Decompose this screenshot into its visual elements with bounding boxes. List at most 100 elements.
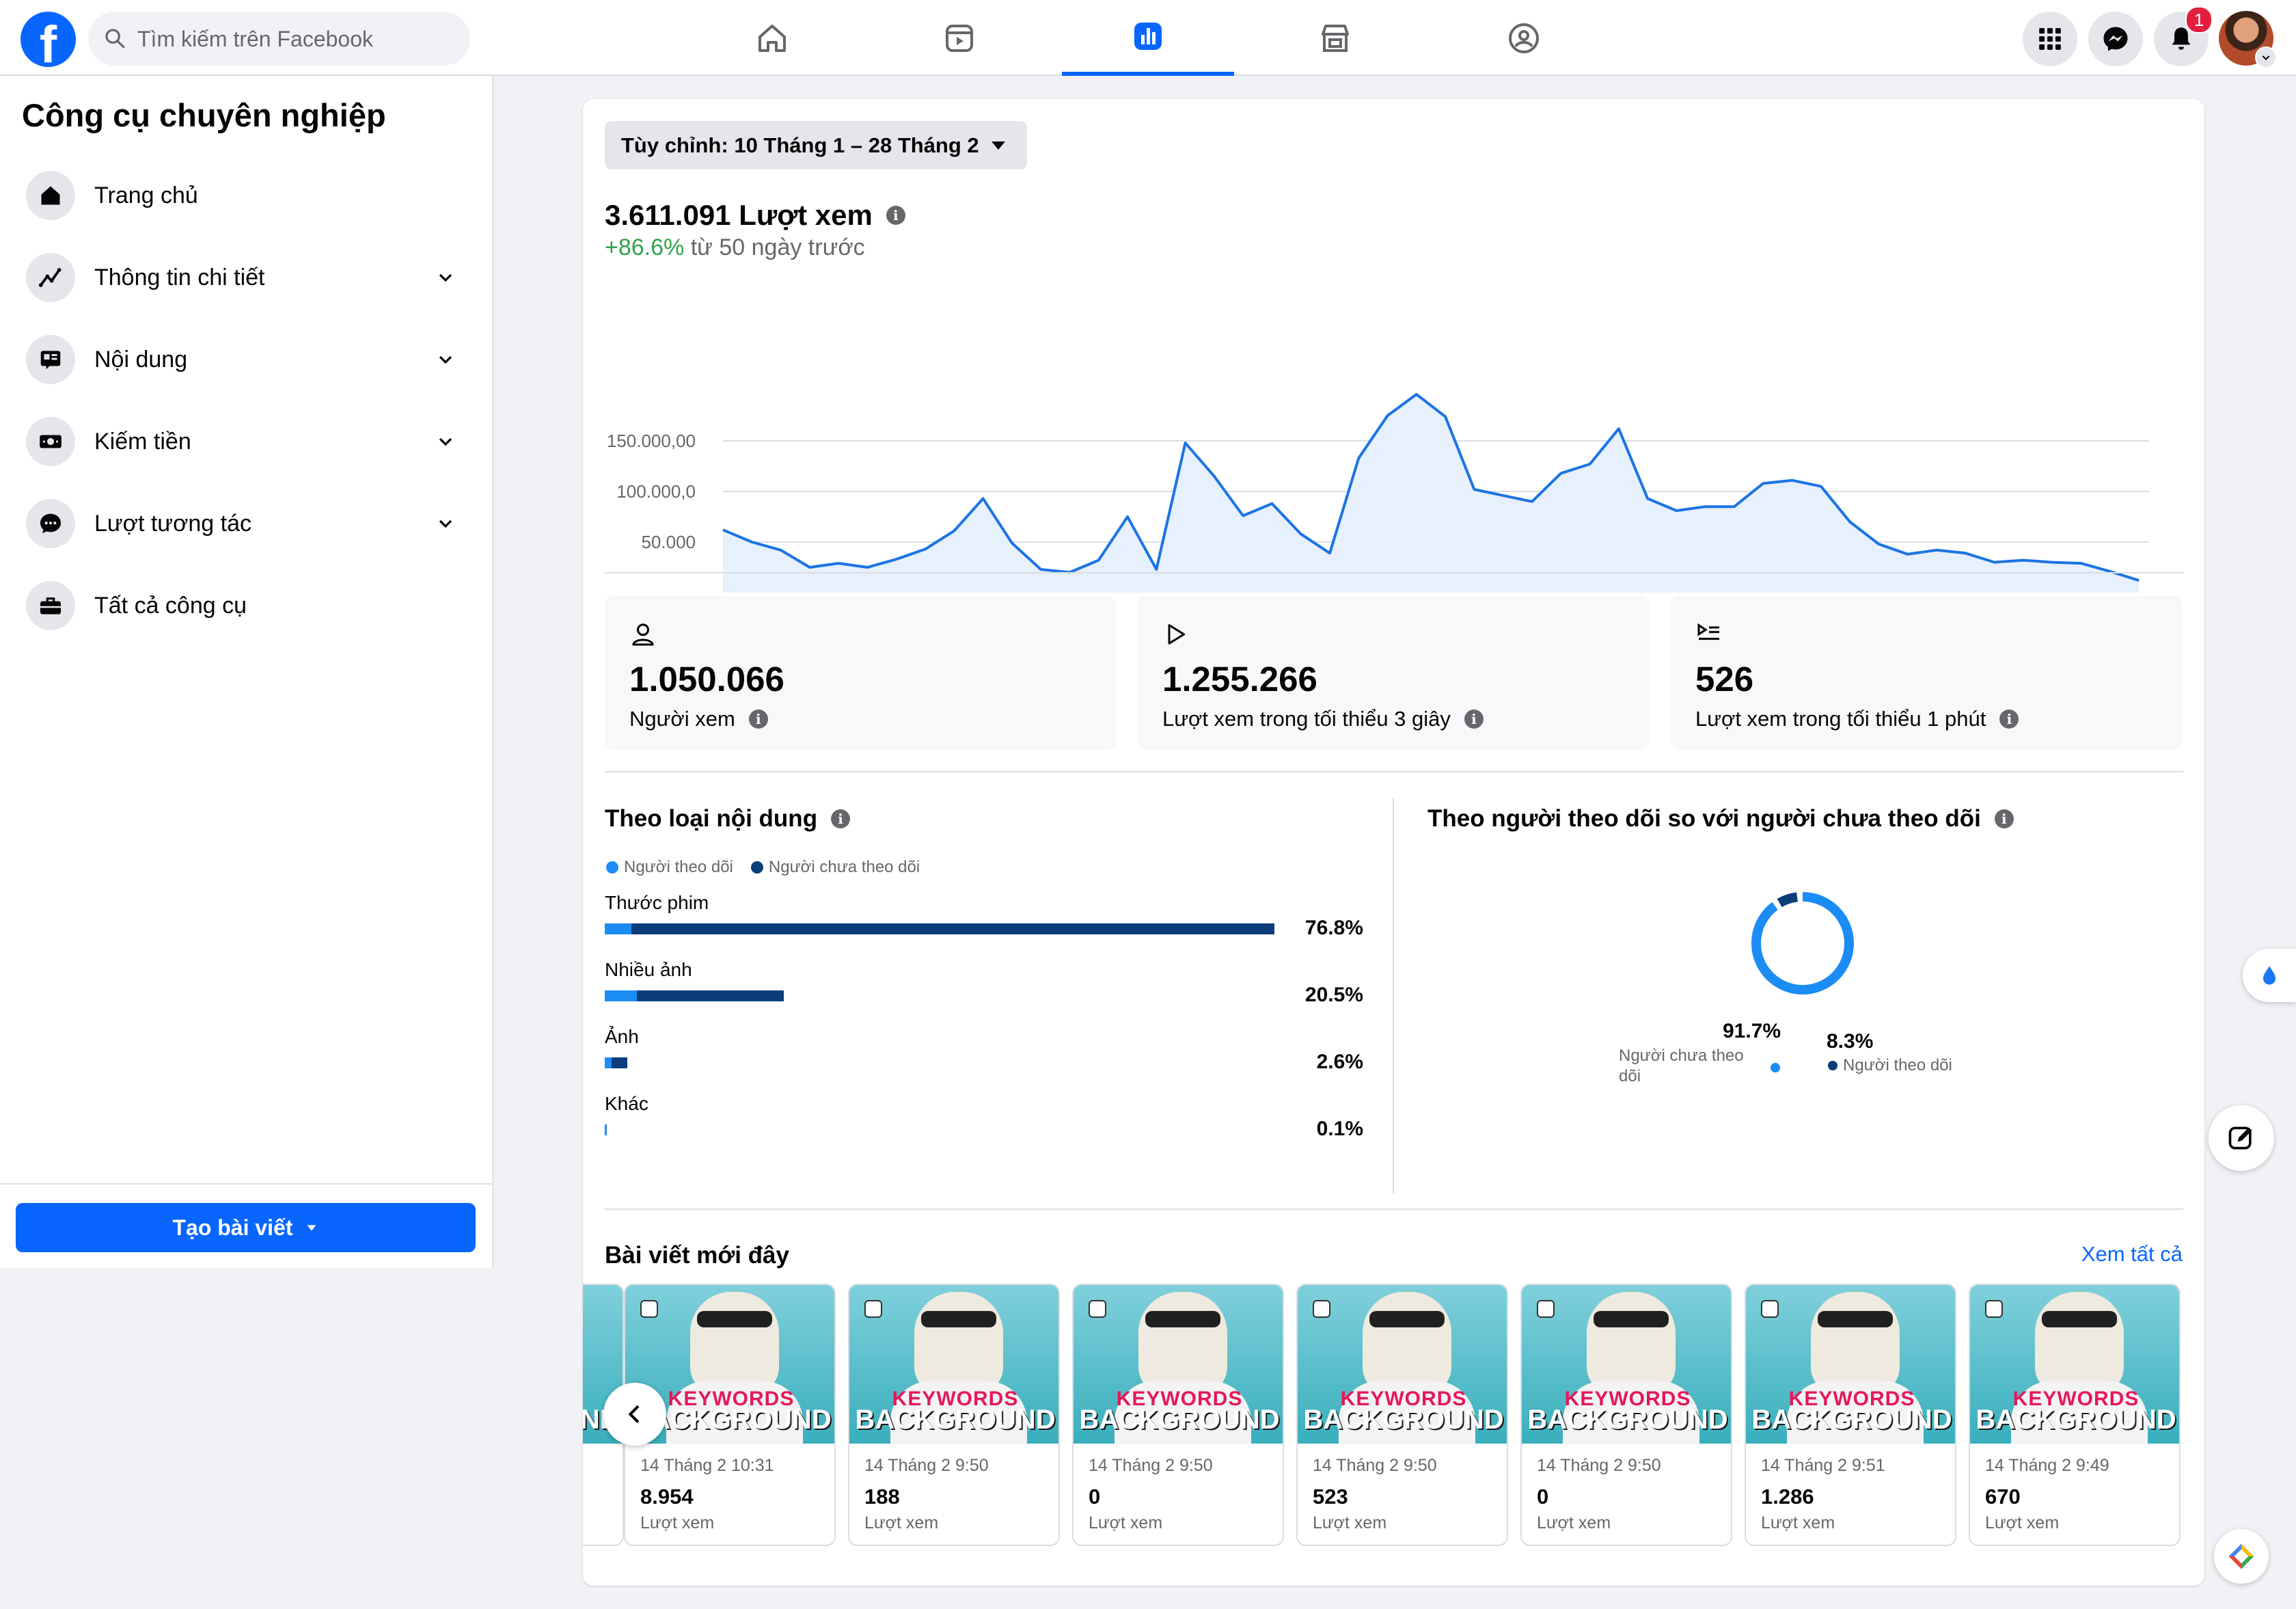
post-date: 14 Tháng 2 10:31	[640, 1456, 774, 1475]
post-card[interactable]: KEYWORDS BACKGROUND 14 Tháng 2 9:50 523 Lượt…	[1296, 1284, 1508, 1546]
grid-menu-icon	[2039, 28, 2061, 50]
growth-percent: +86.6%	[605, 234, 685, 260]
caret-down-icon	[307, 1225, 316, 1231]
post-card[interactable]: KEYWORDS BACKGROUND 14 Tháng 2 9:50 0 Lượt x…	[1520, 1284, 1732, 1546]
chevron-down-icon[interactable]	[435, 431, 456, 452]
image-post-icon	[1985, 1300, 2003, 1318]
post-card[interactable]: KEYWORDS BACKGROUND 14 Tháng 2 9:50 188 Lượt…	[848, 1284, 1060, 1546]
info-icon[interactable]: i	[886, 206, 905, 225]
sidebar-title: Công cụ chuyên nghiệp	[22, 97, 386, 133]
floating-tool-button[interactable]	[2243, 949, 2296, 1002]
menu-button[interactable]	[2023, 12, 2077, 66]
chevron-down-icon	[2262, 55, 2270, 61]
non-followers-dot	[1771, 1063, 1780, 1072]
extension-icon	[2228, 1543, 2254, 1569]
sidebar-item-label: Thông tin chi tiết	[94, 264, 265, 290]
tab-groups[interactable]	[1438, 0, 1610, 76]
legend-dot-followers	[606, 861, 618, 874]
chevron-down-icon[interactable]	[435, 267, 456, 288]
info-icon[interactable]: i	[1999, 709, 2019, 729]
views-total-label: 3.611.091 Lượt xem	[605, 199, 873, 231]
chevron-down-icon[interactable]	[435, 349, 456, 370]
post-views-label: Lượt xem	[1985, 1513, 2060, 1532]
sidebar-item-content[interactable]: Nội dung	[26, 329, 456, 390]
search-input[interactable]	[136, 12, 453, 67]
stat-label: Người xem i	[629, 707, 768, 731]
post-views: 523	[1313, 1485, 1348, 1509]
post-card[interactable]: KEYWORDS BACKGROUND 14 Tháng 2 9:49 670 Lượt…	[1969, 1284, 2181, 1546]
content-type-title-text: Theo loại nội dung	[605, 805, 818, 832]
followers-percent: 8.3%	[1827, 1030, 1874, 1053]
followers-label-row: Người theo dõi	[1828, 1056, 1952, 1075]
image-post-icon	[1313, 1300, 1330, 1318]
tab-video[interactable]	[873, 0, 1046, 76]
post-card[interactable]: KEYWORDS BACKGROUND 14 Tháng 2 9:51 1.286 Lư…	[1745, 1284, 1956, 1546]
messenger-icon	[2103, 27, 2128, 51]
image-post-icon	[1089, 1300, 1106, 1318]
sidebar-item-label: Lượt tương tác	[94, 510, 251, 537]
see-all-link[interactable]: Xem tất cả	[2081, 1242, 2183, 1267]
thumbnail-background-text: BACKGROUND	[1527, 1405, 1728, 1435]
post-views-label: Lượt xem	[1537, 1513, 1611, 1532]
info-icon[interactable]: i	[1994, 809, 2014, 828]
image-post-icon	[1761, 1300, 1779, 1318]
money-icon	[26, 417, 75, 466]
account-menu-caret[interactable]	[2255, 46, 2277, 68]
search-box[interactable]	[88, 12, 470, 67]
post-date: 14 Tháng 2 9:51	[1761, 1456, 1885, 1475]
sidebar: Công cụ chuyên nghiệp Trang chủ Thông ti…	[0, 76, 492, 1269]
create-post-label: Tạo bài viết	[172, 1215, 293, 1240]
content-type-name: Nhiều ảnh	[605, 959, 692, 980]
search-icon	[105, 29, 125, 49]
info-icon[interactable]: i	[748, 709, 768, 729]
followers-fill	[605, 990, 638, 1001]
insights-line-icon	[26, 253, 75, 302]
tab-insights[interactable]	[1062, 0, 1234, 76]
stat-value: 1.255.266	[1162, 660, 1317, 699]
chevron-down-icon[interactable]	[435, 513, 456, 535]
content-type-bar	[605, 990, 784, 1001]
post-views: 1.286	[1761, 1485, 1814, 1509]
info-icon[interactable]: i	[831, 809, 851, 828]
info-icon[interactable]: i	[1464, 709, 1484, 729]
chevron-left-icon	[628, 1405, 640, 1424]
content-type-percent: 0.1%	[1316, 1118, 1363, 1140]
create-post-button[interactable]: Tạo bài viết	[16, 1203, 476, 1252]
content-type-row: Khác 0.1%	[605, 1093, 1363, 1148]
compose-message-button[interactable]	[2209, 1105, 2274, 1171]
image-post-icon	[640, 1300, 658, 1318]
facebook-logo[interactable]: f	[20, 12, 76, 71]
extension-button[interactable]	[2214, 1529, 2269, 1584]
post-card[interactable]: KEYWORDS BACKGROUND 14 Tháng 2 9:50 0 Lượt x…	[1072, 1284, 1284, 1546]
sidebar-footer: Tạo bài viết	[0, 1183, 492, 1269]
tab-marketplace[interactable]	[1249, 0, 1421, 76]
legend-non-followers: Người chưa theo dõi	[768, 858, 920, 876]
post-thumbnail: KEYWORDS BACKGROUND	[1074, 1285, 1283, 1444]
followers-fill	[605, 1124, 607, 1135]
legend-followers: Người theo dõi	[624, 858, 733, 876]
sidebar-item-monetization[interactable]: Kiếm tiền	[26, 411, 456, 472]
insights-card: Tùy chỉnh: 10 Tháng 1 – 28 Tháng 2 3.611…	[583, 99, 2204, 1586]
messenger-button[interactable]	[2088, 12, 2143, 66]
date-range-selector[interactable]: Tùy chỉnh: 10 Tháng 1 – 28 Tháng 2	[605, 121, 1027, 170]
sidebar-item-insights[interactable]: Thông tin chi tiết	[26, 247, 456, 308]
sidebar-item-label: Kiếm tiền	[94, 428, 191, 455]
y-tick-label: 150.000,00	[607, 431, 696, 451]
content-type-bar	[605, 923, 1274, 934]
tab-home[interactable]	[686, 0, 858, 76]
y-tick-label: 50.000	[641, 532, 696, 552]
sidebar-item-all-tools[interactable]: Tất cả công cụ	[26, 575, 456, 636]
content-type-percent: 20.5%	[1304, 984, 1363, 1006]
notifications-button[interactable]: 1	[2154, 6, 2213, 66]
donut-followers-slice	[1751, 892, 1854, 995]
followers-dot	[1828, 1061, 1837, 1070]
thumbnail-sunglasses	[1369, 1311, 1445, 1327]
carousel-prev-button[interactable]	[603, 1383, 666, 1446]
date-range-label: Tùy chỉnh: 10 Tháng 1 – 28 Tháng 2	[621, 133, 979, 157]
sidebar-item-label: Tất cả công cụ	[94, 592, 247, 619]
thumbnail-sunglasses	[1818, 1311, 1893, 1327]
sidebar-item-home[interactable]: Trang chủ	[26, 165, 456, 226]
toolbox-icon	[26, 581, 75, 630]
person-icon	[632, 623, 654, 646]
sidebar-item-engagement[interactable]: Lượt tương tác	[26, 493, 456, 554]
